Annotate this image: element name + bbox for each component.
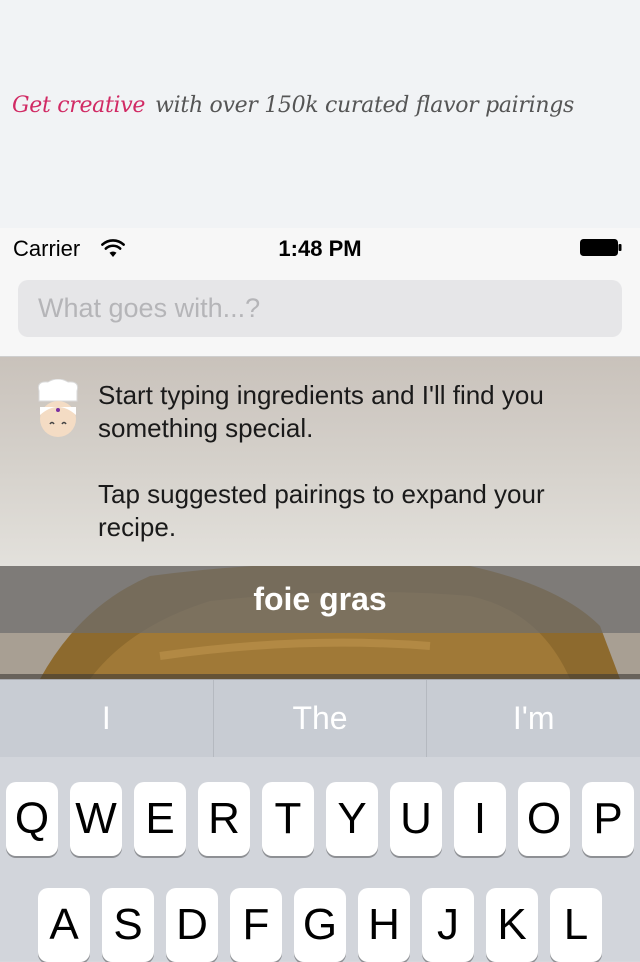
key-u[interactable]: U xyxy=(390,782,442,856)
key-i[interactable]: I xyxy=(454,782,506,856)
search-input[interactable] xyxy=(18,280,622,337)
key-f[interactable]: F xyxy=(230,888,282,962)
key-h[interactable]: H xyxy=(358,888,410,962)
tagline-accent: Get creative xyxy=(12,93,146,118)
search-bar xyxy=(0,268,640,357)
tagline-text: with over 150k curated flavor pairings xyxy=(155,93,574,118)
prediction-item[interactable]: The xyxy=(212,680,427,757)
prediction-item[interactable]: I'm xyxy=(426,680,640,757)
tip-line-1: Start typing ingredients and I'll find y… xyxy=(98,380,544,443)
key-t[interactable]: T xyxy=(262,782,314,856)
prediction-item[interactable]: I xyxy=(0,680,213,757)
key-l[interactable]: L xyxy=(550,888,602,962)
tip-line-2: Tap suggested pairings to expand your re… xyxy=(98,479,545,542)
key-p[interactable]: P xyxy=(582,782,634,856)
tagline: Get creative with over 150k curated flavo… xyxy=(12,93,574,118)
key-a[interactable]: A xyxy=(38,888,90,962)
key-o[interactable]: O xyxy=(518,782,570,856)
key-e[interactable]: E xyxy=(134,782,186,856)
content-area: Start typing ingredients and I'll find y… xyxy=(0,357,640,679)
key-w[interactable]: W xyxy=(70,782,122,856)
battery-icon xyxy=(580,239,622,256)
key-y[interactable]: Y xyxy=(326,782,378,856)
key-g[interactable]: G xyxy=(294,888,346,962)
key-q[interactable]: Q xyxy=(6,782,58,856)
key-j[interactable]: J xyxy=(422,888,474,962)
keyboard: I The I'm Q W E R T Y U I O P A S D F G … xyxy=(0,679,640,962)
key-d[interactable]: D xyxy=(166,888,218,962)
key-s[interactable]: S xyxy=(102,888,154,962)
promo-banner: Get creative with over 150k curated flavo… xyxy=(0,0,640,228)
search-field[interactable] xyxy=(18,280,622,337)
chef-icon xyxy=(37,379,79,437)
ingredient-card[interactable]: foie gras xyxy=(0,566,640,679)
key-k[interactable]: K xyxy=(486,888,538,962)
key-r[interactable]: R xyxy=(198,782,250,856)
status-bar: Carrier 1:48 PM xyxy=(0,228,640,268)
onboarding-tip: Start typing ingredients and I'll find y… xyxy=(98,379,618,577)
predictive-bar: I The I'm xyxy=(0,680,640,757)
pairing-label[interactable]: foie gras xyxy=(0,566,640,633)
clock: 1:48 PM xyxy=(278,236,362,261)
